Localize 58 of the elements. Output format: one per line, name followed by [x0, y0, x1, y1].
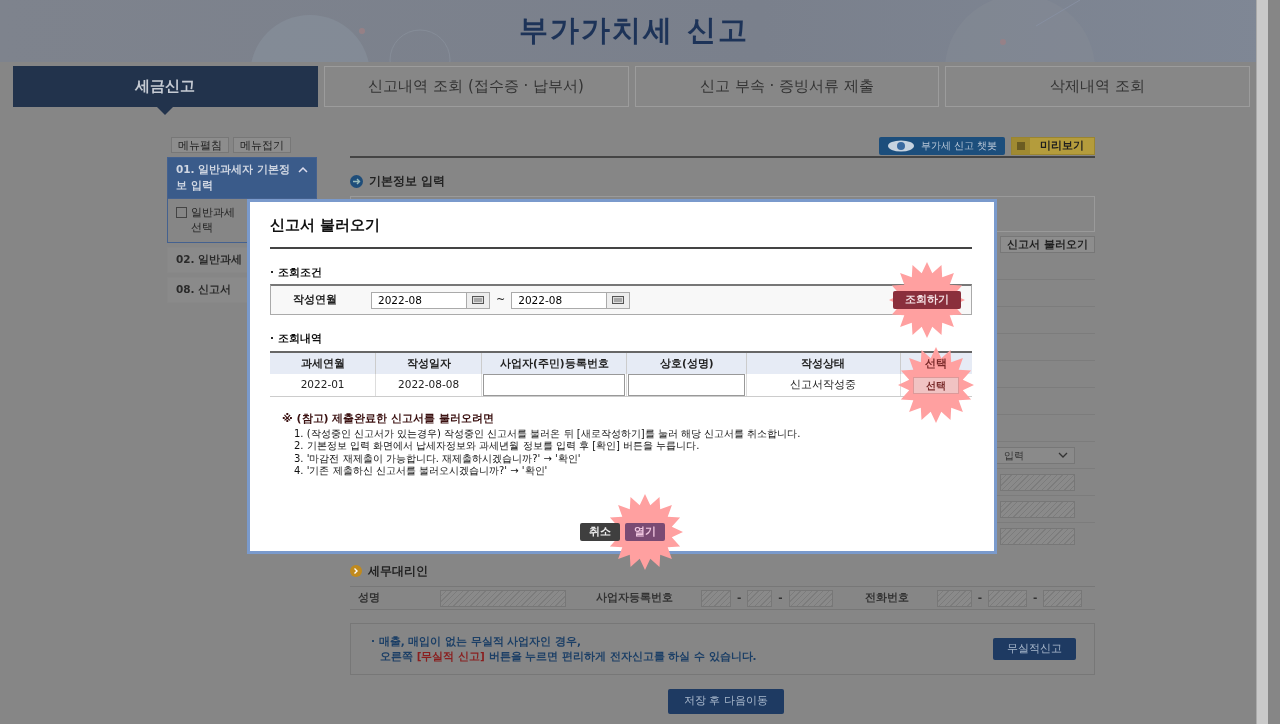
calendar-button[interactable] [606, 291, 631, 309]
cancel-button[interactable]: 취소 [579, 523, 620, 541]
load-button[interactable]: 신고서 불러오기 [1000, 236, 1095, 253]
note-title: ※ (참고) 제출완료한 신고서를 불러오려면 [282, 411, 496, 427]
search-button[interactable]: 조회하기 [893, 291, 961, 310]
field-label: 전화번호 [864, 590, 909, 606]
input-field[interactable] [482, 374, 626, 396]
open-button[interactable]: 열기 [624, 523, 665, 541]
date-field[interactable]: 2022-08 [511, 291, 608, 309]
table-cell: 2022-08-08 [375, 374, 482, 397]
note-step: 2. 기본정보 입력 화면에서 납세자정보와 과세년월 정보를 입력 후 [확인] 버튼을 누릅니다. [282, 440, 972, 453]
dash-separator: - [737, 590, 742, 606]
section-heading: 기본정보 입력 [369, 173, 446, 190]
save-next-button[interactable]: 저장 후 다음이동 [668, 689, 784, 714]
section-heading: 조회내역 [278, 331, 322, 347]
calendar-icon [612, 296, 625, 305]
no-record-report-button[interactable]: 무실적신고 [993, 637, 1076, 661]
section-heading: 세무대리인 [368, 563, 428, 580]
column-header: 작성상태 [801, 356, 846, 369]
note-step: 1. (작성중인 신고서가 있는경우) 작성중인 신고서를 불러온 뒤 [새로작성하기]를 눌러 해당 신고서를 취소합니다. [282, 427, 972, 440]
input-field[interactable] [628, 374, 746, 396]
preview-button[interactable]: 미리보기 [1011, 137, 1095, 155]
tab[interactable]: 삭제내역 조회 [945, 66, 1250, 107]
notice-text: · 매출, 매입이 없는 무실적 사업자인 경우, 오른쪽 [무실적 신고] 버튼을 누르면 편리하게 전자신고를 하실 수 있습니다. [371, 634, 757, 664]
arrow-icon [350, 174, 363, 188]
table-cell: 신고서작성중 [746, 374, 901, 397]
field-label: 성명 [358, 590, 381, 606]
range-separator: ~ [496, 292, 506, 308]
dialog-title: 신고서 불러오기 [270, 212, 972, 249]
scrollbar[interactable] [1256, 0, 1268, 724]
column-header: 과세연월 [300, 356, 345, 369]
tab-pointer-icon [157, 107, 174, 115]
dropdown-value: 입력 [1004, 448, 1024, 463]
chatbot-button[interactable]: 부가세 신고 챗봇 [878, 137, 1005, 155]
menu-button[interactable]: 메뉴펼침 [171, 137, 229, 153]
column-header: 선택 [925, 356, 948, 369]
chevron-icon [1058, 452, 1068, 458]
table-cell: 2022-01 [270, 374, 376, 397]
tab[interactable]: 신고 부속 · 증빙서류 제출 [634, 66, 940, 107]
field-label: 사업자등록번호 [596, 590, 673, 606]
page-title: 부가가치세 신고 [519, 12, 749, 50]
menu-button[interactable]: 메뉴접기 [233, 137, 291, 153]
column-header: 상호(성명) [660, 356, 714, 369]
column-header: 작성일자 [406, 356, 451, 369]
document-icon [1012, 138, 1030, 154]
dash-separator: - [778, 590, 783, 606]
calendar-button[interactable] [466, 291, 490, 309]
bullet-icon: · [270, 331, 274, 347]
note-step: 4. '기존 제출하신 신고서를 불러오시겠습니까?' → '확인' [282, 465, 972, 478]
tab[interactable]: 신고내역 조회 (접수증 · 납부서) [323, 66, 629, 107]
collapse-icon[interactable] [176, 206, 187, 218]
calendar-icon [472, 296, 484, 305]
dash-separator: - [977, 590, 983, 606]
column-header: 사업자(주민)등록번호 [499, 356, 609, 369]
note-step: 3. '마감전 재제출이 가능합니다. 재제출하시겠습니까?' → '확인' [282, 452, 972, 465]
dash-separator: - [1033, 590, 1038, 606]
submenu-item[interactable]: 일반과세 선택 [191, 204, 235, 236]
date-field[interactable]: 2022-08 [371, 291, 467, 309]
